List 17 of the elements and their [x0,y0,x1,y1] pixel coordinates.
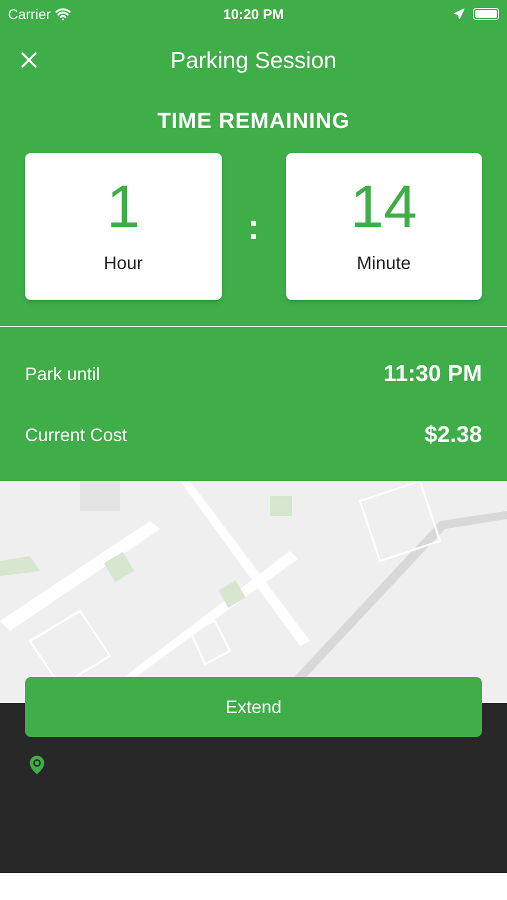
detail-value: $2.38 [424,420,482,450]
screen-title: Parking Session [170,46,337,75]
status-time: 10:20 PM [223,5,284,24]
time-value: 1 [106,176,140,236]
timer-heading: TIME REMAINING [157,107,350,135]
detail-label: Current Cost [25,424,128,446]
time-value: 14 [350,176,418,236]
time-unit: Minute [356,252,411,274]
extend-button[interactable]: Extend [25,677,482,737]
time-unit: Hour [104,252,143,274]
carrier-label: Carrier [8,5,51,24]
battery-icon [473,8,500,20]
detail-label: Park until [25,362,100,386]
wifi-icon [54,6,71,22]
detail-value: 11:30 PM [384,359,482,388]
location-arrow-icon [453,8,466,20]
time-separator: : [246,206,260,246]
